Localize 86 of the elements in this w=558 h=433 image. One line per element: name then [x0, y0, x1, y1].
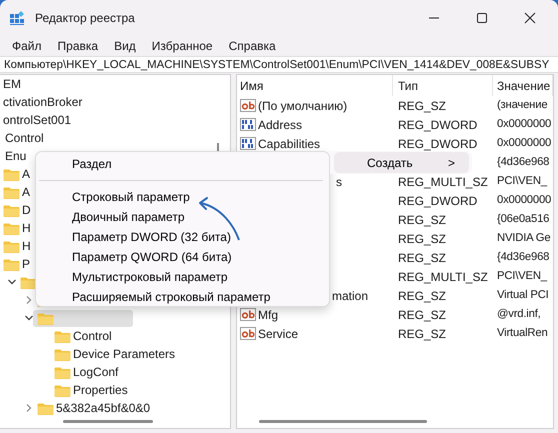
value-name[interactable]: (По умолчанию) — [258, 98, 348, 112]
tree-item[interactable]: ontrolSet001 — [3, 111, 72, 129]
address-field[interactable]: Компьютер\HKEY_LOCAL_MACHINE\SYSTEM\ControlSet001\Enum\PCI\VEN_1414&DEV_008E&SUBSY — [0, 56, 558, 73]
menu-item[interactable]: Строковый параметр — [36, 187, 329, 207]
value-type: REG_DWORD — [398, 118, 478, 132]
value-data: VirtualRen — [497, 327, 548, 340]
column-header[interactable]: Значение — [493, 75, 553, 96]
folder-icon — [3, 204, 20, 216]
value-data: Virtual PCI — [497, 289, 549, 302]
tree-item[interactable]: LogConf — [73, 363, 118, 381]
value-data: {06e0a516 — [497, 213, 550, 226]
folder-icon — [3, 222, 20, 234]
menu-item[interactable]: Параметр QWORD (64 бита) — [36, 247, 329, 267]
tree-item[interactable]: A — [22, 183, 30, 201]
value-data: 0x0000000 — [497, 137, 552, 150]
value-data: @vrd.inf, — [497, 308, 541, 320]
column-header[interactable]: Имя — [237, 75, 393, 96]
binary-value-icon — [240, 117, 256, 132]
folder-icon — [54, 348, 71, 360]
value-data: PCI\VEN_ — [497, 175, 547, 188]
value-type: REG_SZ — [398, 212, 446, 226]
tree-item[interactable]: Control — [73, 327, 112, 345]
tree-item[interactable]: P — [22, 255, 30, 273]
value-data: NVIDIA Ge — [497, 232, 550, 244]
value-data: {4d36e968 — [497, 251, 550, 264]
tree-item[interactable]: ctivationBroker — [3, 93, 82, 111]
tree-item[interactable]: A — [22, 165, 30, 183]
menu-item[interactable]: Двоичный параметр — [36, 207, 329, 227]
menu-item[interactable]: Избранное — [144, 37, 221, 55]
maximize-icon[interactable] — [476, 12, 488, 24]
menu-item[interactable]: Правка — [50, 37, 106, 55]
folder-icon — [3, 258, 20, 270]
value-type: REG_SZ — [398, 326, 446, 340]
window-title: Редактор реестра — [35, 10, 136, 27]
value-type: REG_SZ — [398, 232, 446, 246]
menu-item[interactable]: Расширяемый строковый параметр — [36, 287, 329, 307]
folder-icon — [54, 366, 71, 378]
value-data: {4d36e968 — [497, 156, 550, 168]
value-name[interactable]: mation — [332, 288, 368, 302]
menu-item[interactable]: Справка — [220, 37, 284, 55]
value-data: PCI\VEN_ — [497, 270, 547, 282]
folder-icon — [3, 186, 20, 198]
value-data: 0x0000000 — [497, 118, 552, 130]
value-type: REG_SZ — [398, 288, 446, 302]
menu-item[interactable]: Создать > — [334, 152, 469, 173]
value-type: REG_DWORD — [398, 136, 478, 150]
string-value-icon — [240, 326, 256, 341]
menu-item[interactable]: Файл — [4, 37, 50, 55]
value-name[interactable]: s — [336, 174, 342, 188]
value-data: (значение — [497, 99, 548, 112]
close-icon[interactable] — [524, 12, 536, 24]
tree-item[interactable]: H — [22, 219, 31, 237]
registry-icon — [9, 10, 25, 26]
tree-item[interactable]: H — [22, 237, 31, 255]
folder-icon — [3, 168, 20, 180]
value-name[interactable]: Service — [258, 326, 298, 340]
string-value-icon — [240, 98, 256, 113]
tree-item[interactable]: Properties — [73, 381, 128, 399]
tree-item[interactable]: 5&382a45bf&0&0 — [56, 399, 150, 417]
tree-item[interactable]: EM — [3, 75, 21, 93]
tree-item[interactable]: Control — [5, 129, 44, 147]
value-name[interactable]: Mfg — [258, 308, 278, 322]
value-name[interactable]: Address — [258, 118, 302, 132]
folder-icon — [37, 402, 54, 414]
menu-item[interactable]: Вид — [106, 37, 144, 55]
folder-icon — [20, 276, 37, 288]
value-type: REG_SZ — [398, 250, 446, 264]
value-type: REG_SZ — [398, 98, 446, 112]
value-name[interactable]: Capabilities — [258, 136, 320, 150]
value-data: 0x0000000 — [497, 194, 552, 206]
chevron-icon[interactable] — [24, 313, 34, 323]
chevron-icon[interactable] — [7, 277, 17, 287]
value-type: REG_MULTI_SZ — [398, 174, 488, 188]
menu-item[interactable]: Мультистроковый параметр — [36, 267, 329, 287]
tree-item[interactable]: Device Parameters — [73, 345, 176, 363]
tree-item[interactable]: Enu — [5, 147, 26, 165]
value-type: REG_MULTI_SZ — [398, 270, 488, 284]
menu-item[interactable]: Параметр DWORD (32 бита) — [36, 227, 329, 247]
folder-icon — [54, 330, 71, 342]
column-header[interactable]: Тип — [393, 75, 493, 96]
value-type: REG_DWORD — [398, 194, 478, 208]
tree-item[interactable]: D — [22, 201, 31, 219]
folder-icon — [3, 240, 20, 252]
folder-icon — [54, 384, 71, 396]
menu-item[interactable]: Раздел — [36, 154, 329, 174]
value-type: REG_SZ — [398, 308, 446, 322]
